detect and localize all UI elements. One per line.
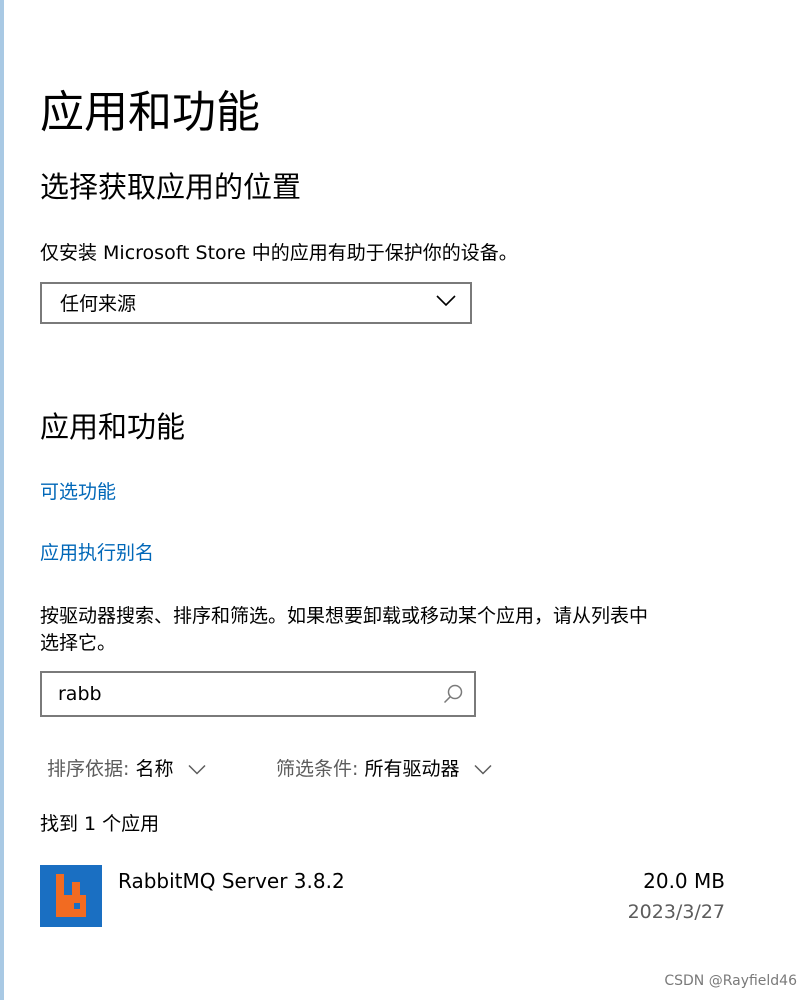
apps-features-heading: 应用和功能 bbox=[40, 410, 186, 444]
app-list-item[interactable]: RabbitMQ Server 3.8.2 20.0 MB 2023/3/27 bbox=[40, 862, 730, 934]
optional-features-link[interactable]: 可选功能 bbox=[40, 479, 116, 505]
result-count: 找到 1 个应用 bbox=[40, 813, 160, 835]
app-install-date: 2023/3/27 bbox=[627, 901, 725, 923]
install-source-dropdown[interactable]: 任何来源 bbox=[40, 282, 472, 324]
app-execution-aliases-link[interactable]: 应用执行别名 bbox=[40, 540, 154, 566]
window-left-edge bbox=[0, 0, 4, 1000]
chevron-down-icon bbox=[187, 764, 206, 775]
filter-by-value: 所有驱动器 bbox=[364, 758, 460, 780]
app-name: RabbitMQ Server 3.8.2 bbox=[118, 869, 345, 893]
watermark: CSDN @Rayfield46 bbox=[664, 973, 797, 989]
chevron-down-icon bbox=[473, 764, 492, 775]
sort-by-dropdown[interactable]: 排序依据: 名称 bbox=[47, 756, 206, 782]
help-text-line1: 按驱动器搜索、排序和筛选。如果想要卸载或移动某个应用，请从列表中 bbox=[40, 605, 649, 627]
page-title: 应用和功能 bbox=[40, 87, 260, 138]
install-source-description: 仅安装 Microsoft Store 中的应用有助于保护你的设备。 bbox=[40, 242, 518, 264]
chevron-down-icon bbox=[436, 295, 456, 307]
app-size: 20.0 MB bbox=[643, 869, 725, 893]
app-search-box[interactable] bbox=[40, 671, 476, 717]
filter-by-label: 筛选条件: bbox=[276, 758, 359, 780]
install-source-heading: 选择获取应用的位置 bbox=[40, 170, 302, 204]
install-source-selected-value: 任何来源 bbox=[60, 293, 137, 315]
search-icon[interactable] bbox=[442, 683, 464, 705]
filter-by-dropdown[interactable]: 筛选条件: 所有驱动器 bbox=[276, 756, 492, 782]
sort-by-value: 名称 bbox=[135, 758, 174, 780]
app-search-input[interactable] bbox=[58, 680, 418, 708]
rabbitmq-icon bbox=[40, 865, 102, 927]
sort-by-label: 排序依据: bbox=[47, 758, 130, 780]
help-text-line2: 选择它。 bbox=[40, 632, 117, 654]
